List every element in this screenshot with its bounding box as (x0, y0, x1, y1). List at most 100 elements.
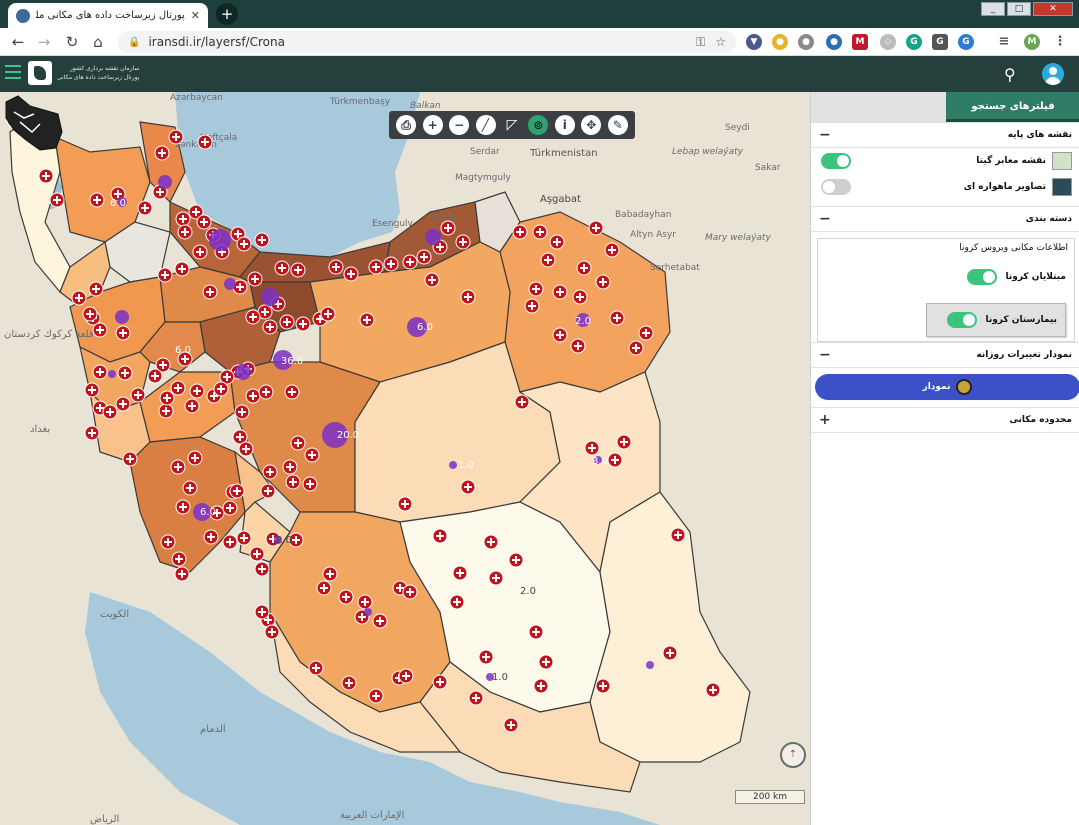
hospital-marker[interactable] (295, 316, 311, 332)
hospital-marker[interactable] (245, 309, 261, 325)
hospital-marker[interactable] (234, 404, 250, 420)
hospital-marker[interactable] (89, 192, 105, 208)
hospital-marker[interactable] (171, 551, 187, 567)
hospital-marker[interactable] (260, 483, 276, 499)
hospital-marker[interactable] (514, 394, 530, 410)
hospital-marker[interactable] (488, 570, 504, 586)
hospital-marker[interactable] (468, 690, 484, 706)
logo[interactable]: سازمان نقشه برداری کشور پورتال زیرساخت د… (28, 61, 139, 85)
overview-minimap[interactable] (0, 92, 66, 154)
hospital-marker[interactable] (609, 310, 625, 326)
back-icon[interactable]: ← (8, 33, 28, 51)
hospital-marker[interactable] (532, 224, 548, 240)
hospital-marker[interactable] (174, 566, 190, 582)
hospital-marker[interactable] (254, 604, 270, 620)
hospital-marker[interactable] (584, 440, 600, 456)
case-cluster[interactable] (108, 370, 116, 378)
hospital-marker[interactable] (274, 260, 290, 276)
hospital-marker[interactable] (424, 272, 440, 288)
hospital-marker[interactable] (320, 306, 336, 322)
hospital-marker[interactable] (82, 306, 98, 322)
basemap-gita-toggle[interactable] (821, 153, 851, 169)
hospital-marker[interactable] (170, 380, 186, 396)
case-cluster[interactable] (235, 364, 251, 380)
hospital-marker[interactable] (177, 224, 193, 240)
hospital-marker[interactable] (341, 675, 357, 691)
case-cluster[interactable] (115, 310, 129, 324)
collapse-icon[interactable]: − (819, 211, 831, 227)
hospital-marker[interactable] (236, 530, 252, 546)
map-canvas[interactable]: Azərbaycan Türkmenbaşy Balkan Neftçala L… (0, 92, 810, 825)
hospital-marker[interactable] (368, 688, 384, 704)
hospital-marker[interactable] (533, 678, 549, 694)
collapse-icon[interactable]: − (819, 347, 831, 363)
case-cluster[interactable] (158, 175, 172, 189)
case-cluster[interactable] (364, 608, 372, 616)
hospital-marker[interactable] (174, 261, 190, 277)
chart-button[interactable]: نمودار (815, 374, 1079, 400)
reload-icon[interactable]: ↻ (62, 33, 82, 51)
section-base-maps[interactable]: − نقشه های پایه (811, 122, 1079, 148)
hospital-marker[interactable] (455, 234, 471, 250)
minimize-icon[interactable]: _ (981, 2, 1005, 16)
hospital-marker[interactable] (115, 396, 131, 412)
hospital-marker[interactable] (512, 224, 528, 240)
hospital-marker[interactable] (229, 483, 245, 499)
layers-icon[interactable]: ⊚ (528, 115, 549, 135)
hospital-marker[interactable] (432, 528, 448, 544)
hospital-marker[interactable] (449, 594, 465, 610)
hospital-marker[interactable] (84, 425, 100, 441)
hospital-marker[interactable] (282, 459, 298, 475)
extension-pin-icon[interactable]: ● (772, 34, 788, 50)
hospital-marker[interactable] (254, 232, 270, 248)
hospital-marker[interactable] (552, 284, 568, 300)
hospital-marker[interactable] (440, 220, 456, 236)
hospital-marker[interactable] (503, 717, 519, 733)
hospital-marker[interactable] (524, 298, 540, 314)
new-tab-button[interactable]: + (216, 3, 238, 25)
hospital-marker[interactable] (290, 435, 306, 451)
basemap-satellite-toggle[interactable] (821, 179, 851, 195)
hospital-marker[interactable] (238, 441, 254, 457)
address-bar[interactable]: 🔒 iransdi.ir/layersf/Crona ⚿ ☆ (118, 31, 736, 53)
hospital-marker[interactable] (203, 529, 219, 545)
measure-line-icon[interactable]: ╱ (475, 115, 496, 135)
hospital-marker[interactable] (662, 645, 678, 661)
hospital-marker[interactable] (595, 274, 611, 290)
province-sistan[interactable] (589, 491, 751, 763)
case-cluster[interactable] (425, 229, 441, 245)
hospital-marker[interactable] (383, 256, 399, 272)
hospital-marker[interactable] (528, 281, 544, 297)
covid-hospitals-item[interactable]: بیمارستان کرونا (926, 303, 1066, 337)
hospital-marker[interactable] (168, 129, 184, 145)
hospital-marker[interactable] (316, 580, 332, 596)
hospital-marker[interactable] (92, 364, 108, 380)
hospital-marker[interactable] (398, 668, 414, 684)
hospital-marker[interactable] (572, 289, 588, 305)
hospital-marker[interactable] (196, 214, 212, 230)
hospital-marker[interactable] (262, 319, 278, 335)
hospital-marker[interactable] (607, 452, 623, 468)
hospital-marker[interactable] (284, 384, 300, 400)
hospital-marker[interactable] (705, 682, 721, 698)
hospital-marker[interactable] (357, 594, 373, 610)
hospital-marker[interactable] (137, 200, 153, 216)
forward-icon[interactable]: → (34, 33, 54, 51)
hospital-marker[interactable] (372, 613, 388, 629)
hospital-marker[interactable] (88, 281, 104, 297)
hospital-marker[interactable] (197, 134, 213, 150)
hospital-marker[interactable] (249, 546, 265, 562)
window-close-icon[interactable]: ✕ (1033, 2, 1073, 16)
hospital-marker[interactable] (570, 338, 586, 354)
hospital-marker[interactable] (538, 654, 554, 670)
hospital-marker[interactable] (343, 266, 359, 282)
hospital-marker[interactable] (595, 678, 611, 694)
user-account-icon[interactable] (1042, 63, 1064, 85)
hospital-marker[interactable] (302, 476, 318, 492)
info-icon[interactable]: i (554, 115, 575, 135)
case-cluster[interactable] (209, 229, 231, 251)
case-cluster[interactable] (449, 461, 457, 469)
hospital-marker[interactable] (604, 242, 620, 258)
hospital-marker[interactable] (115, 325, 131, 341)
hospital-marker[interactable] (322, 566, 338, 582)
